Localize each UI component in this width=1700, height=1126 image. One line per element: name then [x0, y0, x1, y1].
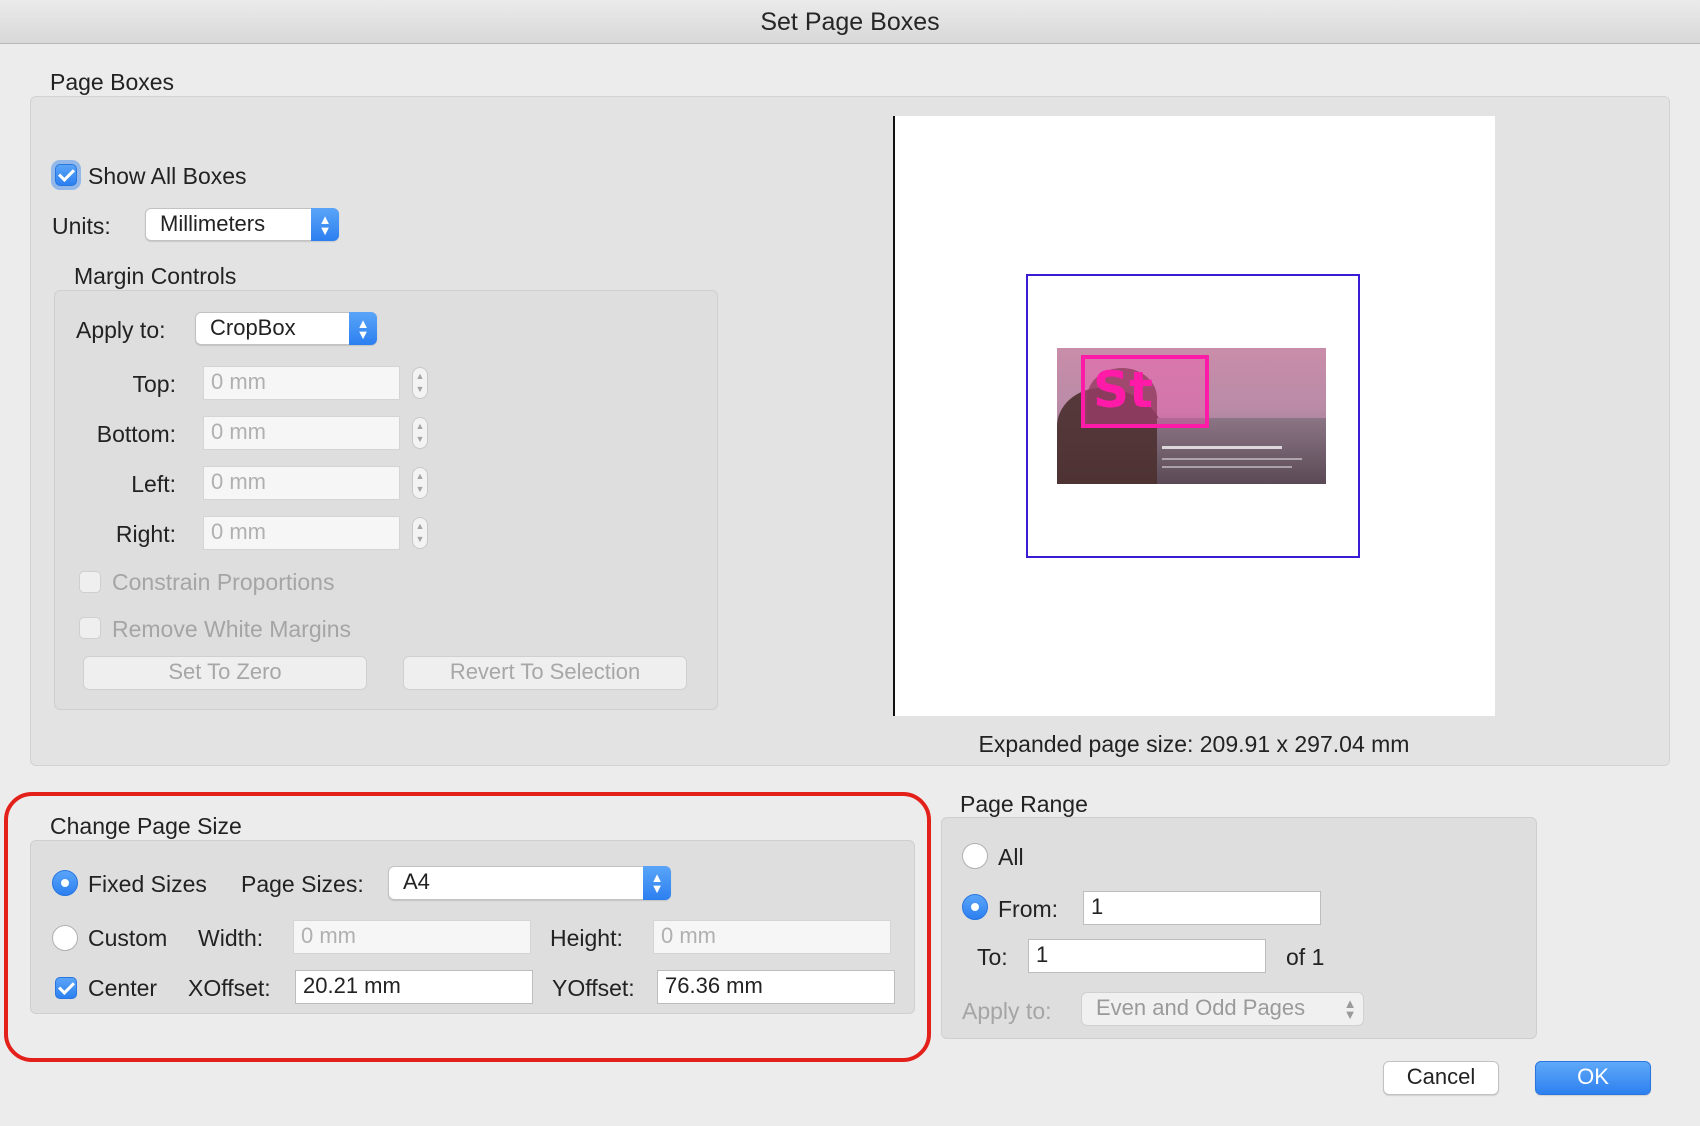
bottom-label: Bottom:	[96, 421, 176, 447]
left-label: Left:	[131, 471, 176, 497]
from-input[interactable]: 1	[1083, 891, 1321, 925]
window-title: Set Page Boxes	[760, 8, 940, 36]
thumbnail-text-line	[1162, 466, 1292, 468]
left-input[interactable]: 0 mm	[203, 466, 400, 500]
to-input[interactable]: 1	[1028, 939, 1266, 973]
constrain-proportions-label: Constrain Proportions	[112, 569, 335, 595]
units-select[interactable]: Millimeters ▲ ▼	[145, 208, 339, 241]
from-label: From:	[998, 896, 1059, 922]
apply-to-select[interactable]: CropBox ▲ ▼	[195, 312, 377, 345]
bottom-stepper[interactable]: ▲ ▼	[412, 417, 428, 449]
margin-controls-group	[54, 290, 718, 710]
right-stepper[interactable]: ▲ ▼	[412, 517, 428, 549]
remove-white-margins-label: Remove White Margins	[112, 616, 352, 642]
units-label: Units:	[52, 213, 111, 239]
show-all-boxes-checkbox[interactable]	[55, 164, 77, 186]
show-all-boxes-label: Show All Boxes	[88, 163, 247, 189]
thumbnail-text-line	[1162, 458, 1302, 460]
all-label: All	[998, 844, 1024, 870]
top-input[interactable]: 0 mm	[203, 366, 400, 400]
page-range-apply-to-select[interactable]: Even and Odd Pages ▲ ▼	[1081, 992, 1364, 1026]
from-radio[interactable]	[962, 894, 988, 920]
page-boxes-label: Page Boxes	[50, 69, 175, 95]
page-range-apply-to-value: Even and Odd Pages	[1096, 995, 1306, 1020]
preview-edge	[893, 116, 895, 716]
thumbnail-text-line	[1162, 446, 1282, 449]
apply-to-value: CropBox	[210, 315, 296, 340]
window-titlebar: Set Page Boxes	[0, 0, 1700, 44]
expanded-page-size: Expanded page size: 209.91 x 297.04 mm	[978, 731, 1410, 757]
to-label: To:	[977, 944, 1008, 970]
top-label: Top:	[132, 371, 176, 397]
page-count: of 1	[1286, 944, 1325, 970]
top-stepper[interactable]: ▲ ▼	[412, 367, 428, 399]
set-to-zero-button[interactable]: Set To Zero	[83, 656, 367, 690]
chevron-updown-icon: ▲ ▼	[1343, 996, 1357, 1022]
chevron-updown-icon: ▲ ▼	[349, 312, 377, 345]
apply-to-label: Apply to:	[76, 317, 166, 343]
highlight-annotation	[4, 792, 931, 1062]
revert-to-selection-button[interactable]: Revert To Selection	[403, 656, 687, 690]
constrain-proportions-checkbox[interactable]	[79, 571, 101, 593]
units-value: Millimeters	[160, 211, 266, 236]
page-range-apply-to-label: Apply to:	[962, 998, 1052, 1024]
margin-controls-label: Margin Controls	[74, 263, 237, 289]
right-input[interactable]: 0 mm	[203, 516, 400, 550]
cancel-button[interactable]: Cancel	[1383, 1061, 1499, 1095]
all-radio[interactable]	[962, 843, 988, 869]
ok-button[interactable]: OK	[1535, 1061, 1651, 1095]
thumbnail-logo-text: St	[1093, 361, 1153, 419]
page-range-label: Page Range	[960, 791, 1088, 817]
cropbox-outline: St	[1081, 355, 1209, 428]
chevron-updown-icon: ▲ ▼	[311, 208, 339, 241]
bottom-input[interactable]: 0 mm	[203, 416, 400, 450]
right-label: Right:	[115, 521, 176, 547]
left-stepper[interactable]: ▲ ▼	[412, 467, 428, 499]
remove-white-margins-checkbox[interactable]	[79, 617, 101, 639]
